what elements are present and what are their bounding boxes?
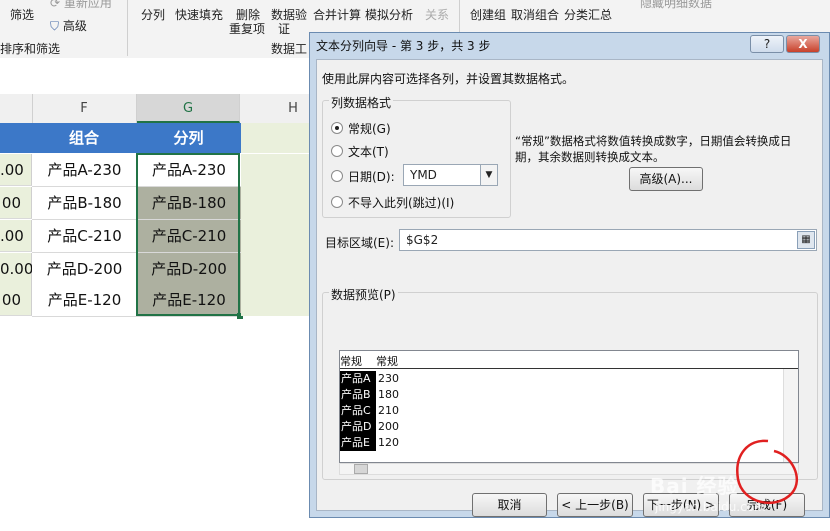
preview-row: 产品B 180 — [340, 387, 399, 403]
preview-row: 产品E 120 — [340, 435, 399, 451]
cell-a[interactable]: 00 — [0, 187, 32, 219]
column-header-g[interactable]: G — [137, 94, 240, 123]
radio-date-label[interactable]: 日期(D): — [348, 168, 395, 185]
radio-general-label[interactable]: 常规(G) — [348, 120, 391, 137]
dialog-title: 文本分列向导 - 第 3 步，共 3 步 — [316, 39, 491, 53]
column-header-partial[interactable] — [0, 94, 33, 123]
preview-title: 数据预览(P) — [329, 286, 398, 303]
selection-border — [136, 153, 240, 316]
radio-text-label[interactable]: 文本(T) — [348, 143, 389, 160]
subtotal-button[interactable]: 分类汇总 — [564, 6, 612, 23]
filter-button[interactable]: 筛选 — [10, 6, 34, 23]
preview-row: 产品D 200 — [340, 419, 399, 435]
watermark-url: jingyan.baidu.com — [655, 500, 766, 514]
date-format-value: YMD — [410, 168, 437, 182]
sort-filter-group-label: 排序和筛选 — [0, 42, 61, 56]
column-header-f[interactable]: F — [32, 94, 137, 123]
date-format-select[interactable]: YMD ▼ — [403, 164, 498, 186]
watermark-logo: Bai 经验 — [650, 474, 739, 498]
range-picker-icon[interactable]: ▦ — [797, 231, 815, 249]
flash-fill-button[interactable]: 快速填充 — [175, 6, 223, 23]
format-description-line1: “常规”数据格式将数值转换成数字，日期值会转换成日 — [515, 134, 792, 148]
text-to-columns-button[interactable]: 分列 — [141, 6, 165, 23]
data-validation-label2: 证 — [278, 22, 291, 36]
help-button[interactable]: ? — [750, 35, 784, 53]
cell-f[interactable]: 产品A-230 — [32, 154, 138, 187]
cell-a[interactable]: .00 — [0, 220, 32, 252]
reapply-button[interactable]: ⟳ 重新应用 — [50, 0, 112, 11]
preview-header-col1[interactable]: 常规 — [340, 353, 362, 369]
group-button[interactable]: 创建组 — [470, 6, 506, 23]
cancel-button[interactable]: 取消 — [472, 493, 547, 517]
column-format-title: 列数据格式 — [329, 94, 394, 111]
format-description-line2: 期，其余数据则转换成文本。 — [515, 150, 665, 164]
destination-value: $G$2 — [406, 233, 439, 247]
ribbon-divider — [127, 0, 128, 56]
preview-header-col2[interactable]: 常规 — [376, 353, 398, 369]
preview-header-rule — [340, 368, 798, 369]
chevron-down-icon[interactable]: ▼ — [480, 165, 497, 185]
back-button[interactable]: < 上一步(B) — [557, 493, 633, 517]
cell-a[interactable]: .00 — [0, 154, 32, 186]
scroll-thumb[interactable] — [354, 464, 368, 474]
preview-row: 产品C 210 — [340, 403, 399, 419]
radio-text[interactable] — [331, 145, 343, 157]
destination-input[interactable]: $G$2 ▦ — [399, 229, 817, 251]
preview-row: 产品A 230 — [340, 371, 399, 387]
what-if-button[interactable]: 模拟分析 — [365, 6, 413, 23]
destination-label: 目标区域(E): — [325, 236, 394, 250]
advanced-button[interactable]: 高级(A)... — [629, 167, 703, 191]
header-cell-combine[interactable]: 组合 — [32, 123, 136, 153]
cell-f[interactable]: 产品B-180 — [32, 187, 138, 220]
reapply-icon: ⟳ — [50, 0, 61, 10]
cell-a[interactable]: 0.00 — [0, 253, 33, 285]
radio-skip[interactable] — [331, 196, 343, 208]
header-cell-split[interactable]: 分列 — [137, 123, 240, 153]
cell-f[interactable]: 产品E-120 — [32, 284, 138, 317]
cell-f[interactable]: 产品C-210 — [32, 220, 138, 253]
instruction-text: 使用此屏内容可选择各列，并设置其数据格式。 — [322, 72, 575, 86]
cell-a[interactable]: 00 — [0, 284, 32, 316]
remove-duplicates-label2: 重复项 — [229, 22, 266, 36]
data-tools-group-label: 数据工 — [271, 42, 308, 56]
close-button[interactable]: X — [786, 35, 820, 53]
ungroup-button[interactable]: 取消组合 — [511, 6, 559, 23]
consolidate-button[interactable]: 合并计算 — [313, 6, 361, 23]
advanced-filter-button[interactable]: ⛉ 高级 — [50, 17, 87, 34]
radio-general[interactable] — [331, 122, 343, 134]
radio-skip-label[interactable]: 不导入此列(跳过)(I) — [348, 194, 454, 211]
funnel-icon: ⛉ — [50, 19, 60, 33]
cell-h-range[interactable] — [241, 154, 311, 316]
cell-f[interactable]: 产品D-200 — [32, 253, 138, 286]
radio-date[interactable] — [331, 170, 343, 182]
relationships-button[interactable]: 关系 — [425, 6, 449, 23]
hide-detail-button[interactable]: 隐藏明细数据 — [640, 0, 712, 11]
